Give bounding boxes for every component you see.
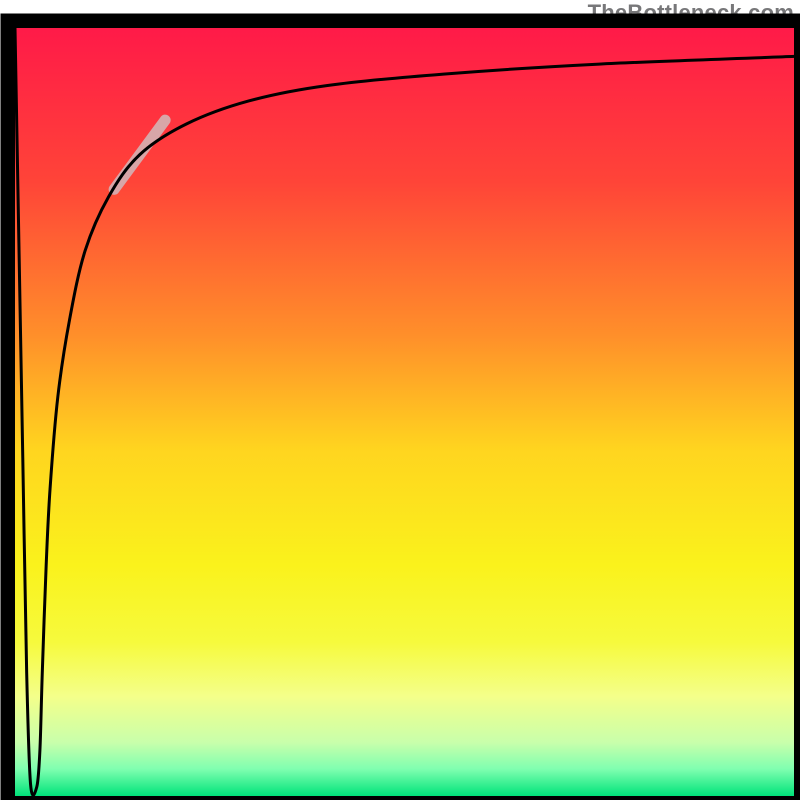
plot-background	[15, 28, 794, 796]
bottleneck-chart	[0, 0, 800, 800]
chart-stage: TheBottleneck.com	[0, 0, 800, 800]
